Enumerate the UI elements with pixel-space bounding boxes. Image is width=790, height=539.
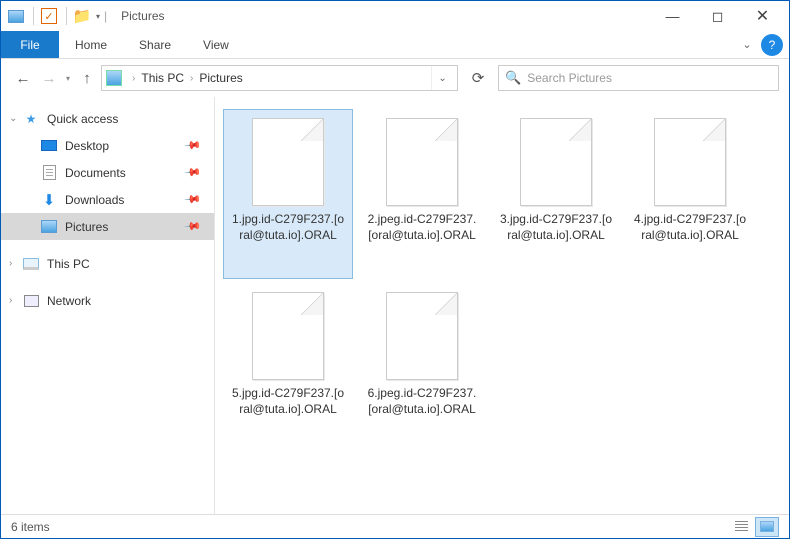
close-button[interactable]: ✕ — [740, 2, 785, 30]
sidebar-this-pc[interactable]: › This PC — [1, 250, 214, 277]
document-icon — [41, 165, 57, 181]
chevron-down-icon[interactable]: ⌄ — [9, 113, 17, 124]
maximize-button[interactable]: ◻ — [695, 2, 740, 30]
qat-folder[interactable]: 📁 — [71, 5, 93, 27]
file-thumbnail-icon — [386, 292, 458, 380]
file-thumbnail-icon — [252, 118, 324, 206]
file-thumbnail-icon — [520, 118, 592, 206]
file-item[interactable]: 4.jpg.id-C279F237.[oral@tuta.io].ORAL — [625, 109, 755, 279]
qat-dropdown-icon[interactable]: ▾ — [96, 12, 100, 21]
pin-icon: 📌 — [184, 136, 203, 155]
file-name: 1.jpg.id-C279F237.[oral@tuta.io].ORAL — [228, 212, 348, 243]
separator-bar: | — [104, 9, 107, 23]
breadcrumb-pictures[interactable]: Pictures — [199, 71, 242, 85]
file-name: 6.jpeg.id-C279F237.[oral@tuta.io].ORAL — [362, 386, 482, 417]
sidebar-item-label: Documents — [65, 166, 126, 180]
sidebar-item-desktop[interactable]: Desktop 📌 — [1, 132, 214, 159]
separator — [66, 7, 67, 25]
file-item[interactable]: 6.jpeg.id-C279F237.[oral@tuta.io].ORAL — [357, 283, 487, 453]
location-icon — [106, 70, 122, 86]
pin-icon: 📌 — [184, 217, 203, 236]
history-dropdown-icon[interactable]: ▾ — [66, 74, 70, 83]
chevron-right-icon[interactable]: › — [9, 295, 12, 306]
sidebar-item-label: Desktop — [65, 139, 109, 153]
item-count: 6 items — [11, 520, 50, 534]
sidebar-item-label: Quick access — [47, 112, 118, 126]
navigation-bar: ← → ▾ ↑ › This PC › Pictures ⌄ ⟳ 🔍 — [1, 59, 789, 97]
file-name: 5.jpg.id-C279F237.[oral@tuta.io].ORAL — [228, 386, 348, 417]
download-icon: ⬇ — [41, 192, 57, 208]
file-name: 4.jpg.id-C279F237.[oral@tuta.io].ORAL — [630, 212, 750, 243]
tab-view[interactable]: View — [187, 31, 245, 58]
search-input[interactable] — [527, 71, 772, 85]
minimize-button[interactable]: — — [650, 2, 695, 30]
tab-home[interactable]: Home — [59, 31, 123, 58]
sidebar-item-label: Pictures — [65, 220, 108, 234]
view-details-button[interactable] — [729, 517, 753, 537]
forward-button[interactable]: → — [37, 66, 61, 90]
file-item[interactable]: 5.jpg.id-C279F237.[oral@tuta.io].ORAL — [223, 283, 353, 453]
window-title: Pictures — [121, 9, 164, 23]
chevron-right-icon[interactable]: › — [190, 73, 193, 84]
back-button[interactable]: ← — [11, 66, 35, 90]
refresh-button[interactable]: ⟳ — [464, 65, 492, 91]
app-icon — [5, 5, 27, 27]
tab-share[interactable]: Share — [123, 31, 187, 58]
search-box[interactable]: 🔍 — [498, 65, 779, 91]
sidebar-network[interactable]: › Network — [1, 287, 214, 314]
file-item[interactable]: 2.jpeg.id-C279F237.[oral@tuta.io].ORAL — [357, 109, 487, 279]
ribbon: File Home Share View ⌄ ? — [1, 31, 789, 59]
star-icon: ★ — [23, 111, 39, 127]
file-thumbnail-icon — [386, 118, 458, 206]
sidebar-item-label: Network — [47, 294, 91, 308]
file-thumbnail-icon — [252, 292, 324, 380]
pin-icon: 📌 — [184, 190, 203, 209]
file-menu[interactable]: File — [1, 31, 59, 58]
network-icon — [23, 293, 39, 309]
ribbon-expand-icon[interactable]: ⌄ — [733, 31, 761, 58]
sidebar-item-label: This PC — [47, 257, 90, 271]
file-item[interactable]: 1.jpg.id-C279F237.[oral@tuta.io].ORAL — [223, 109, 353, 279]
pc-icon — [23, 256, 39, 272]
sidebar-item-downloads[interactable]: ⬇ Downloads 📌 — [1, 186, 214, 213]
up-button[interactable]: ↑ — [75, 66, 99, 90]
help-button[interactable]: ? — [761, 34, 783, 56]
sidebar-item-pictures[interactable]: Pictures 📌 — [1, 213, 214, 240]
separator — [33, 7, 34, 25]
sidebar-item-documents[interactable]: Documents 📌 — [1, 159, 214, 186]
chevron-right-icon[interactable]: › — [9, 258, 12, 269]
main-content: ⌄ ★ Quick access Desktop 📌 Documents 📌 ⬇… — [1, 97, 789, 514]
pin-icon: 📌 — [184, 163, 203, 182]
file-item[interactable]: 3.jpg.id-C279F237.[oral@tuta.io].ORAL — [491, 109, 621, 279]
view-tiles-button[interactable] — [755, 517, 779, 537]
file-name: 2.jpeg.id-C279F237.[oral@tuta.io].ORAL — [362, 212, 482, 243]
chevron-right-icon[interactable]: › — [132, 73, 135, 84]
sidebar-quick-access[interactable]: ⌄ ★ Quick access — [1, 105, 214, 132]
breadcrumb-this-pc[interactable]: This PC — [141, 71, 184, 85]
tiles-view-icon — [760, 521, 774, 532]
desktop-icon — [41, 138, 57, 154]
address-dropdown-icon[interactable]: ⌄ — [431, 66, 453, 90]
pictures-icon — [41, 219, 57, 235]
file-thumbnail-icon — [654, 118, 726, 206]
file-name: 3.jpg.id-C279F237.[oral@tuta.io].ORAL — [496, 212, 616, 243]
navigation-pane: ⌄ ★ Quick access Desktop 📌 Documents 📌 ⬇… — [1, 97, 215, 514]
sidebar-item-label: Downloads — [65, 193, 124, 207]
address-bar[interactable]: › This PC › Pictures ⌄ — [101, 65, 458, 91]
files-pane[interactable]: 1.jpg.id-C279F237.[oral@tuta.io].ORAL 2.… — [215, 97, 789, 514]
status-bar: 6 items — [1, 514, 789, 538]
search-icon: 🔍 — [505, 70, 521, 86]
qat-properties[interactable]: ✓ — [38, 5, 60, 27]
title-bar: ✓ 📁 ▾ | Pictures — ◻ ✕ — [1, 1, 789, 31]
details-view-icon — [735, 521, 748, 532]
